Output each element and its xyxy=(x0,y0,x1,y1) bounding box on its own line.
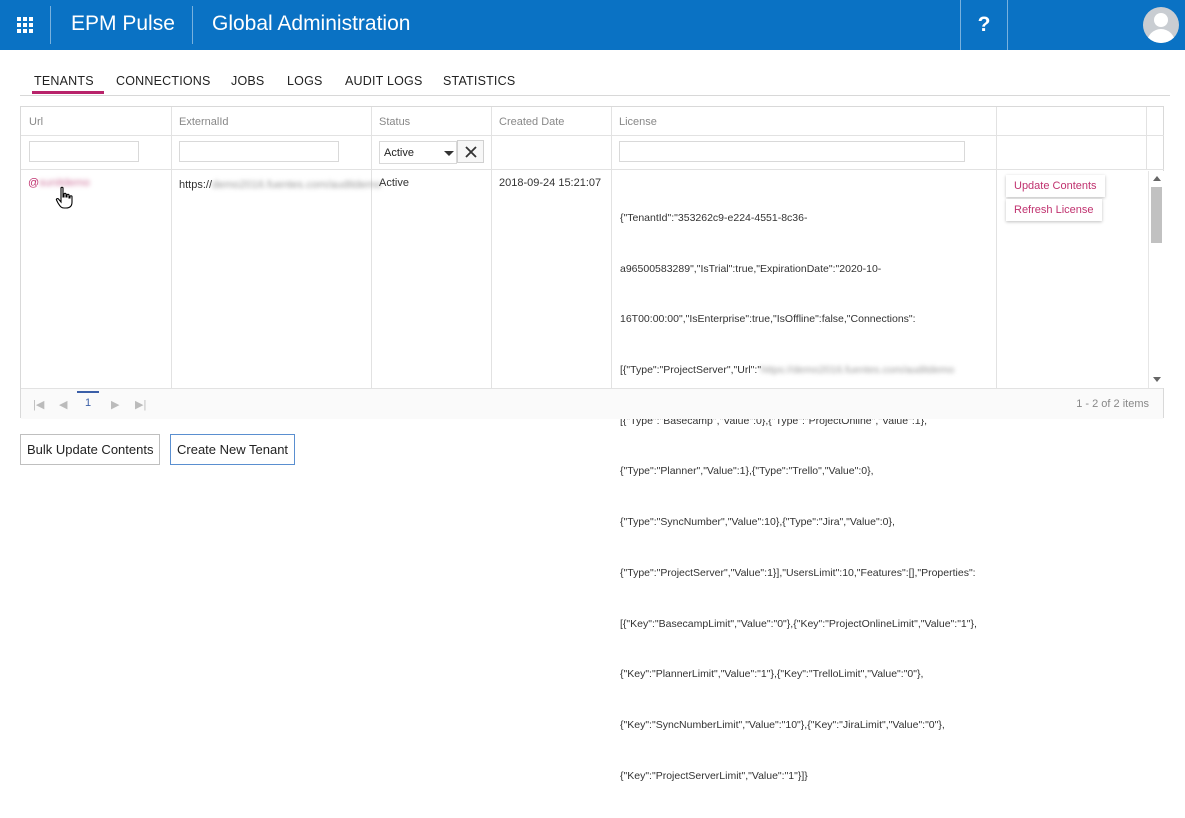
tab-tenants[interactable]: TENANTS xyxy=(32,74,104,94)
column-header-created-date[interactable]: Created Date xyxy=(499,116,564,128)
close-icon xyxy=(464,145,477,158)
tab-audit-logs[interactable]: AUDIT LOGS xyxy=(345,74,422,94)
help-icon: ? xyxy=(977,13,991,36)
user-avatar[interactable] xyxy=(1143,7,1179,43)
pager-info: 1 - 2 of 2 items xyxy=(1076,398,1149,410)
scroll-thumb[interactable] xyxy=(1151,187,1162,243)
refresh-license-button[interactable]: Refresh License xyxy=(1006,199,1102,221)
header-divider xyxy=(50,6,51,44)
tenant-license-text: {"TenantId":"353262c9-e224-4551-8c36- a9… xyxy=(620,211,977,782)
tab-logs[interactable]: LOGS xyxy=(287,74,323,94)
column-header-license[interactable]: License xyxy=(619,116,657,128)
externalid-filter-input[interactable] xyxy=(179,141,339,162)
chevron-down-icon xyxy=(444,151,454,156)
bulk-update-contents-button[interactable]: Bulk Update Contents xyxy=(20,434,161,465)
page-title: Global Administration xyxy=(212,12,411,35)
app-launcher-button[interactable] xyxy=(0,0,50,50)
header-divider xyxy=(192,6,193,44)
tabs-divider xyxy=(20,95,1170,96)
hand-cursor-icon xyxy=(55,186,73,209)
first-page-icon[interactable]: |◀ xyxy=(33,398,44,411)
license-filter-input[interactable] xyxy=(619,141,965,162)
scroll-down-icon[interactable] xyxy=(1153,377,1161,382)
status-filter-value: Active xyxy=(384,147,414,159)
tab-jobs[interactable]: JOBS xyxy=(231,74,264,94)
clear-filter-button[interactable] xyxy=(457,140,484,163)
column-header-status[interactable]: Status xyxy=(379,116,410,128)
tenants-grid: Url ExternalId Status Created Date Licen… xyxy=(20,106,1164,782)
next-page-icon[interactable]: ▶ xyxy=(111,398,119,411)
brand-name[interactable]: EPM Pulse xyxy=(71,12,175,36)
externalid-value: demo2016.fuentes.com/auditdemo xyxy=(212,179,382,191)
externalid-prefix: https:// xyxy=(179,179,213,191)
prev-page-icon[interactable]: ◀ xyxy=(59,398,67,411)
tenant-externalid: https://demo2016.fuentes.com/auditdemo xyxy=(179,177,381,193)
last-page-icon[interactable]: ▶| xyxy=(135,398,146,411)
scroll-up-icon[interactable] xyxy=(1153,176,1161,181)
tab-statistics[interactable]: STATISTICS xyxy=(443,74,515,94)
update-contents-button[interactable]: Update Contents xyxy=(1006,175,1105,197)
tab-connections[interactable]: CONNECTIONS xyxy=(116,74,211,94)
waffle-icon xyxy=(17,17,33,33)
user-icon xyxy=(1154,13,1168,27)
status-filter-select[interactable]: Active xyxy=(379,141,457,164)
column-header-externalid[interactable]: ExternalId xyxy=(179,116,229,128)
url-prefix: @ xyxy=(28,177,40,189)
tenant-status: Active xyxy=(379,177,409,189)
page-number-current[interactable]: 1 xyxy=(77,391,99,409)
grid-scrollbar[interactable] xyxy=(1148,171,1164,388)
grid-pager: |◀ ◀ 1 ▶ ▶| 1 - 2 of 2 items xyxy=(21,388,1163,419)
column-header-url[interactable]: Url xyxy=(29,116,43,128)
url-filter-input[interactable] xyxy=(29,141,139,162)
create-new-tenant-button[interactable]: Create New Tenant xyxy=(170,434,296,465)
help-button[interactable]: ? xyxy=(960,0,1008,50)
tenant-created-date: 2018-09-24 15:21:07 xyxy=(499,177,602,189)
top-bar: EPM Pulse Global Administration ? xyxy=(0,0,1185,50)
